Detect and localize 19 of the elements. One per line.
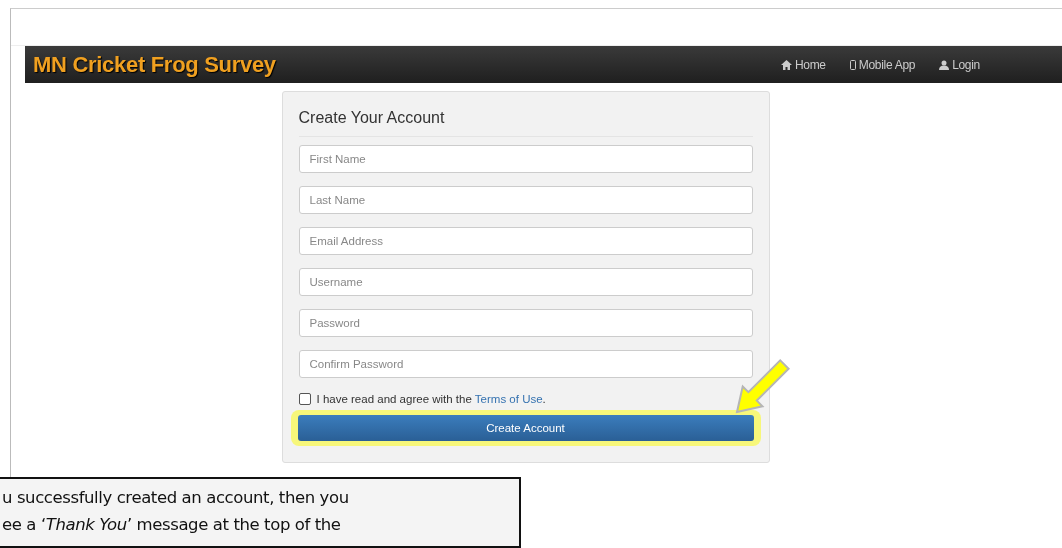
terms-link[interactable]: Terms of Use [474,393,543,405]
nav-link[interactable]: Home [780,57,826,72]
terms-text: I have read and agree with the Terms of Use. [316,393,546,405]
home-icon [780,59,792,70]
input-field[interactable]: First Name [298,145,753,173]
form-title: Create Your Account [298,92,753,137]
input-field[interactable]: Confirm Password [298,350,753,378]
create-account-button[interactable]: Create Account [297,415,754,441]
phone-icon [849,59,856,70]
checkbox[interactable] [298,393,311,405]
input-field[interactable]: Username [298,268,753,296]
input-field[interactable]: Email Address [298,227,753,255]
site-title[interactable]: MN Cricket Frog Survey [25,51,276,78]
nav-link[interactable]: Login [939,57,980,72]
callout-box: u successfully created an account, then you ee a ‘Thank You’ message at the top of the [0,477,521,548]
user-icon [939,59,950,70]
nav-link[interactable]: Mobile App [849,57,916,72]
input-field[interactable]: Password [298,309,753,337]
input-field[interactable]: Last Name [298,186,753,214]
